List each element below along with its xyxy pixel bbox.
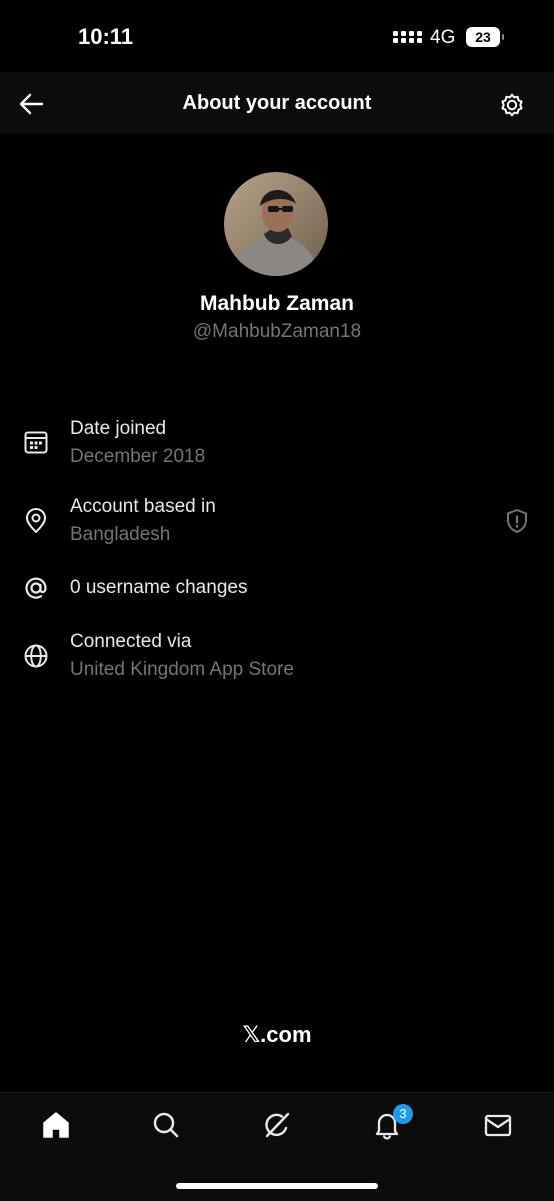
x-com-link[interactable]: 𝕏.com bbox=[0, 1022, 554, 1048]
shield-alert-icon[interactable] bbox=[503, 507, 531, 535]
home-icon bbox=[43, 1112, 69, 1138]
search-icon bbox=[153, 1112, 179, 1138]
status-time: 10:11 bbox=[78, 24, 134, 49]
nav-grok[interactable] bbox=[261, 1109, 293, 1141]
signal-strength-icon bbox=[393, 31, 422, 43]
nav-messages[interactable] bbox=[482, 1109, 514, 1141]
page-title: About your account bbox=[182, 92, 372, 114]
arrow-left-icon[interactable] bbox=[18, 91, 44, 117]
nav-home[interactable] bbox=[40, 1109, 72, 1141]
notification-count-badge: 3 bbox=[393, 1104, 413, 1124]
battery-level: 23 bbox=[475, 29, 491, 45]
connected-via-label: Connected via bbox=[70, 631, 192, 652]
grok-icon bbox=[265, 1112, 290, 1138]
account-based-in-value: Bangladesh bbox=[70, 524, 171, 545]
globe-icon bbox=[24, 644, 48, 668]
mail-icon bbox=[484, 1114, 512, 1137]
display-name: Mahbub Zaman bbox=[199, 292, 354, 315]
account-based-in-label: Account based in bbox=[70, 496, 216, 517]
location-pin-icon bbox=[26, 508, 46, 533]
username-changes-label: 0 username changes bbox=[70, 577, 248, 598]
app-header: About your account bbox=[0, 72, 554, 134]
at-sign-icon bbox=[25, 577, 47, 599]
battery-icon: 23 bbox=[466, 27, 504, 47]
avatar bbox=[224, 172, 328, 276]
user-handle: @MahbubZaman18 bbox=[192, 321, 362, 342]
date-joined-value: December 2018 bbox=[70, 446, 206, 467]
network-type: 4G bbox=[430, 27, 456, 48]
nav-search[interactable] bbox=[150, 1109, 182, 1141]
home-indicator[interactable] bbox=[176, 1183, 378, 1189]
connected-via-value: United Kingdom App Store bbox=[70, 659, 294, 680]
calendar-icon bbox=[24, 431, 48, 454]
status-bar: 10:11 4G 23 bbox=[0, 0, 554, 72]
gear-icon[interactable] bbox=[498, 91, 526, 119]
date-joined-label: Date joined bbox=[70, 418, 167, 439]
